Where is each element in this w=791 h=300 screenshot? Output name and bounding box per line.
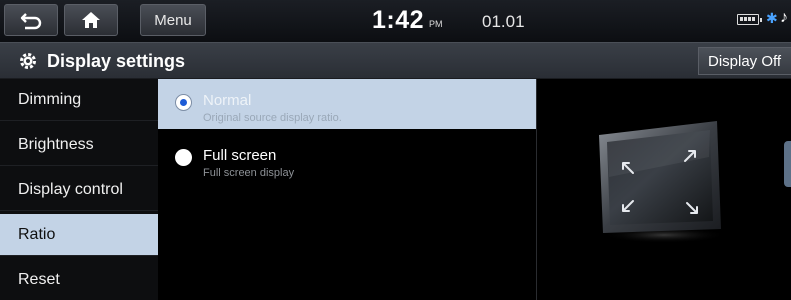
sidebar-item-label: Brightness [18,135,94,153]
radio-unselected-icon [175,149,192,166]
sidebar: Dimming Brightness Display control Ratio… [0,79,158,300]
sidebar-item-ratio[interactable]: Ratio [0,214,158,256]
page-title: Display settings [47,51,186,71]
date-display: 01.01 [482,12,525,31]
ratio-preview [536,79,791,300]
battery-icon [737,14,762,25]
sidebar-item-label: Display control [18,180,123,198]
back-icon [20,13,42,30]
option-full-screen[interactable]: Full screen Full screen display [158,134,536,184]
option-normal[interactable]: Normal Original source display ratio. [158,79,536,129]
option-label: Normal [203,92,252,109]
sidebar-item-display-control[interactable]: Display control [0,169,158,211]
gear-icon [20,53,36,69]
sidebar-item-brightness[interactable]: Brightness [0,124,158,166]
title-bar: Display settings Display Off [0,42,791,79]
ratio-options: Normal Original source display ratio. Fu… [158,79,536,300]
option-description: Original source display ratio. [203,112,342,124]
home-button[interactable] [64,4,118,36]
option-label: Full screen [203,147,277,164]
status-bar: Menu 1:42 PM 01.01 ✱ ♪ [0,0,791,42]
clock-time: 1:42 [372,6,425,34]
music-note-icon: ♪ [780,9,788,26]
display-off-button[interactable]: Display Off [698,47,791,75]
bluetooth-icon: ✱ [766,10,778,26]
sidebar-item-dimming[interactable]: Dimming [0,79,158,121]
sidebar-item-label: Dimming [18,90,82,108]
radio-selected-icon [175,94,192,111]
sidebar-item-reset[interactable]: Reset [0,259,158,300]
home-icon [82,12,100,28]
sidebar-item-label: Reset [18,270,60,288]
menu-button[interactable]: Menu [140,4,206,36]
clock-ampm: PM [429,19,443,29]
screen-expand-illustration-icon [599,121,726,243]
option-description: Full screen display [203,167,295,179]
back-button[interactable] [4,4,58,36]
sidebar-item-label: Ratio [18,225,56,243]
side-panel-handle[interactable] [784,141,791,187]
